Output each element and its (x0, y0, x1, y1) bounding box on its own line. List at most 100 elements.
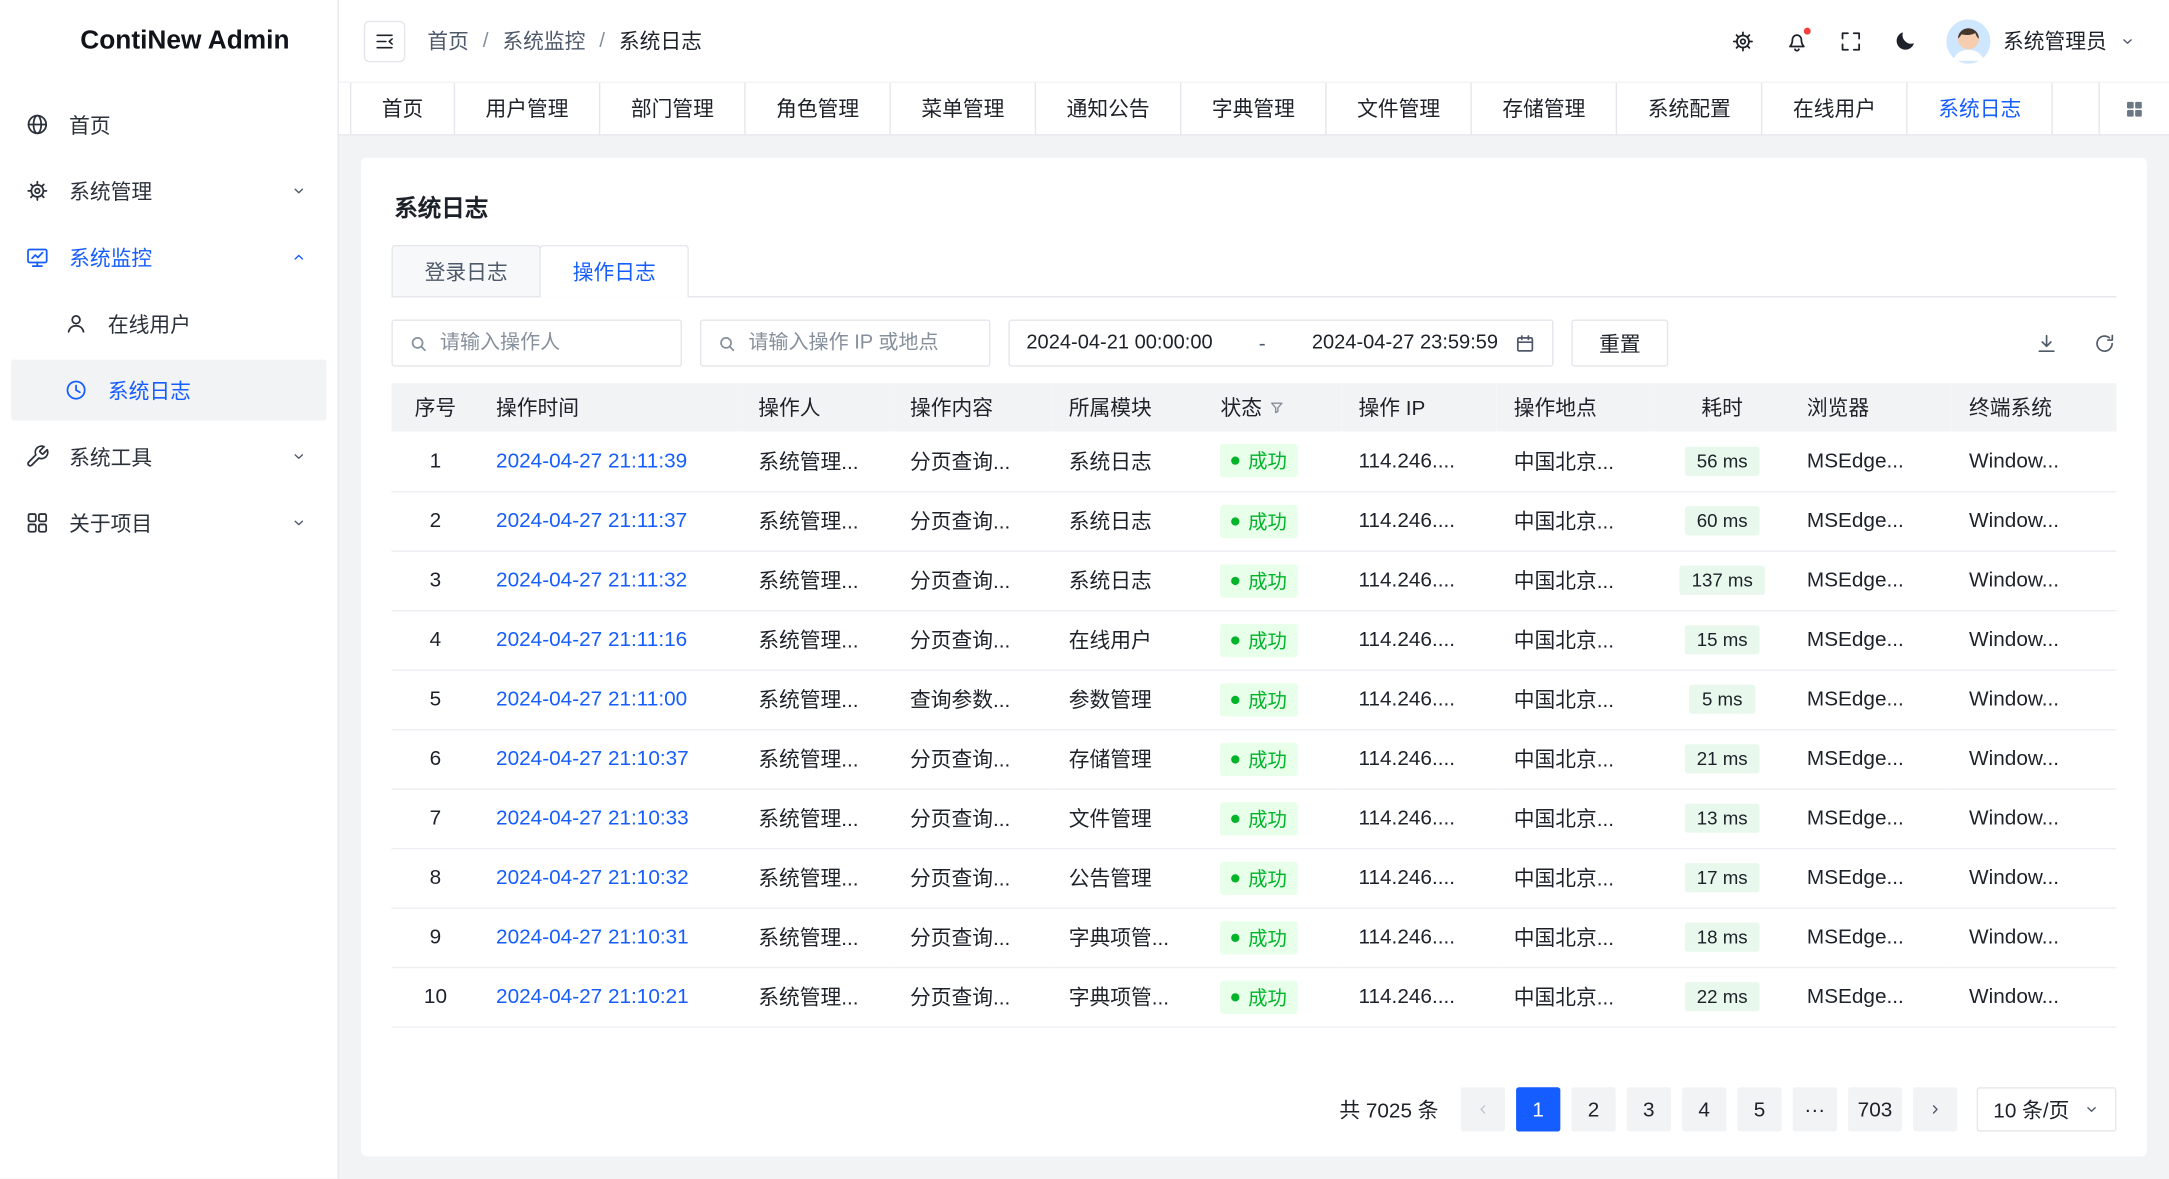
workspace-tab[interactable]: 菜单管理 (891, 83, 1036, 134)
operation-time-link[interactable]: 2024-04-27 21:10:32 (496, 866, 689, 890)
cell-os: Window... (1952, 848, 2116, 907)
sidebar-item-system-monitor[interactable]: 系统监控 (11, 227, 326, 288)
workspace-tab[interactable]: 存储管理 (1472, 83, 1617, 134)
export-button[interactable] (2035, 331, 2059, 355)
cell-operator: 系统管理... (742, 551, 894, 610)
gear-icon (1730, 28, 1755, 53)
cell-os: Window... (1952, 967, 2116, 1026)
expand-icon (1838, 28, 1863, 53)
breadcrumb-item[interactable]: 首页 (427, 26, 469, 55)
pagination-page-button[interactable]: 5 (1737, 1087, 1781, 1131)
status-dot-icon (1232, 457, 1240, 465)
workspace-tab[interactable]: 首页 (350, 83, 455, 134)
operation-time-link[interactable]: 2024-04-27 21:10:21 (496, 985, 689, 1009)
cell-content: 分页查询... (893, 432, 1052, 491)
workspace-tab[interactable]: 部门管理 (600, 83, 745, 134)
pagination-page-button[interactable]: 2 (1571, 1087, 1615, 1131)
status-text: 成功 (1248, 923, 1287, 951)
operator-search (391, 320, 681, 367)
operation-time-link[interactable]: 2024-04-27 21:11:39 (496, 449, 687, 473)
status-dot-icon (1232, 874, 1240, 882)
pagination-prev-button[interactable] (1461, 1087, 1505, 1131)
breadcrumb-separator: / (599, 29, 605, 53)
table-row: 5 2024-04-27 21:11:00 系统管理... 查询参数... 参数… (391, 670, 2116, 729)
reset-button[interactable]: 重置 (1571, 320, 1668, 367)
settings-button[interactable] (1730, 28, 1755, 53)
cell-content: 分页查询... (893, 729, 1052, 788)
cell-time: 2024-04-27 21:10:33 (479, 788, 741, 847)
sidebar-item-home[interactable]: 首页 (11, 94, 326, 155)
date-range-picker[interactable]: 2024-04-21 00:00:00 - 2024-04-27 23:59:5… (1008, 320, 1553, 367)
operation-time-link[interactable]: 2024-04-27 21:11:37 (496, 509, 687, 533)
duration-badge: 13 ms (1684, 804, 1760, 833)
workspace-tab[interactable]: 用户管理 (455, 83, 600, 134)
cell-index: 7 (391, 788, 479, 847)
pagination-page-button[interactable]: 4 (1682, 1087, 1726, 1131)
operation-time-link[interactable]: 2024-04-27 21:11:16 (496, 628, 687, 652)
pagination-page-button[interactable]: 3 (1627, 1087, 1671, 1131)
cell-module: 参数管理 (1052, 670, 1204, 729)
cell-ip: 114.246.... (1342, 907, 1497, 966)
pagination-ellipsis[interactable]: ··· (1793, 1087, 1837, 1131)
breadcrumb-item[interactable]: 系统监控 (502, 26, 585, 55)
workspace-tab[interactable]: 字典管理 (1181, 83, 1326, 134)
pagination-page-button[interactable]: 1 (1516, 1087, 1560, 1131)
sidebar-collapse-button[interactable] (364, 20, 405, 61)
status-text: 成功 (1248, 685, 1287, 713)
cell-operator: 系统管理... (742, 848, 894, 907)
sidebar-item-label: 系统日志 (108, 376, 307, 405)
cell-duration: 15 ms (1654, 610, 1790, 669)
status-text: 成功 (1248, 745, 1287, 773)
page-size-select[interactable]: 10 条/页 (1977, 1087, 2117, 1131)
tab-overview-button[interactable] (2098, 83, 2169, 134)
moon-icon (1892, 28, 1917, 53)
cell-status: 成功 (1204, 967, 1342, 1026)
pagination-page-button[interactable]: 703 (1848, 1087, 1902, 1131)
status-badge: 成功 (1220, 980, 1297, 1013)
operator-search-input[interactable] (440, 332, 665, 354)
sidebar-item-system-logs[interactable]: 系统日志 (11, 360, 326, 421)
workspace-tab[interactable]: 系统配置 (1617, 83, 1762, 134)
app-window: ContiNew Admin 首页 系统管理 系统监控 在线用户 (0, 0, 2169, 1179)
workspace-tab-active[interactable]: 系统日志 (1908, 83, 2053, 134)
sidebar-item-system-tools[interactable]: 系统工具 (11, 426, 326, 487)
fullscreen-button[interactable] (1838, 28, 1863, 53)
download-icon (2035, 331, 2059, 355)
cell-content: 分页查询... (893, 610, 1052, 669)
cell-status: 成功 (1204, 551, 1342, 610)
logo-icon (21, 19, 67, 65)
notifications-button[interactable] (1784, 28, 1809, 53)
operation-time-link[interactable]: 2024-04-27 21:11:32 (496, 569, 687, 593)
workspace-tab[interactable]: 在线用户 (1763, 83, 1908, 134)
dark-mode-button[interactable] (1892, 28, 1917, 53)
tab-login-logs[interactable]: 登录日志 (391, 245, 540, 296)
operation-time-link[interactable]: 2024-04-27 21:10:31 (496, 925, 689, 949)
operation-time-link[interactable]: 2024-04-27 21:10:37 (496, 747, 689, 771)
cell-os: Window... (1952, 432, 2116, 491)
sidebar-item-about-project[interactable]: 关于项目 (11, 492, 326, 553)
tab-operation-logs[interactable]: 操作日志 (540, 245, 689, 296)
duration-badge: 56 ms (1684, 446, 1760, 475)
sidebar-item-online-users[interactable]: 在线用户 (11, 293, 326, 354)
col-status: 状态 (1204, 383, 1342, 431)
operation-time-link[interactable]: 2024-04-27 21:11:00 (496, 687, 687, 711)
duration-badge: 18 ms (1684, 923, 1760, 952)
status-filter-icon[interactable] (1269, 399, 1286, 416)
cell-module: 在线用户 (1052, 610, 1204, 669)
sidebar-item-system-management[interactable]: 系统管理 (11, 160, 326, 221)
status-badge: 成功 (1220, 861, 1297, 894)
cell-status: 成功 (1204, 432, 1342, 491)
pagination-next-button[interactable] (1913, 1087, 1957, 1131)
cell-ip: 114.246.... (1342, 729, 1497, 788)
status-text: 成功 (1248, 507, 1287, 535)
calendar-icon (1515, 333, 1536, 354)
cell-os: Window... (1952, 670, 2116, 729)
workspace-tab[interactable]: 通知公告 (1036, 83, 1181, 134)
refresh-button[interactable] (2093, 331, 2117, 355)
ip-search-input[interactable] (748, 332, 973, 354)
workspace-tab[interactable]: 角色管理 (746, 83, 891, 134)
cell-status: 成功 (1204, 907, 1342, 966)
user-menu[interactable]: 系统管理员 (1946, 19, 2136, 63)
operation-time-link[interactable]: 2024-04-27 21:10:33 (496, 806, 689, 830)
workspace-tab[interactable]: 文件管理 (1327, 83, 1472, 134)
